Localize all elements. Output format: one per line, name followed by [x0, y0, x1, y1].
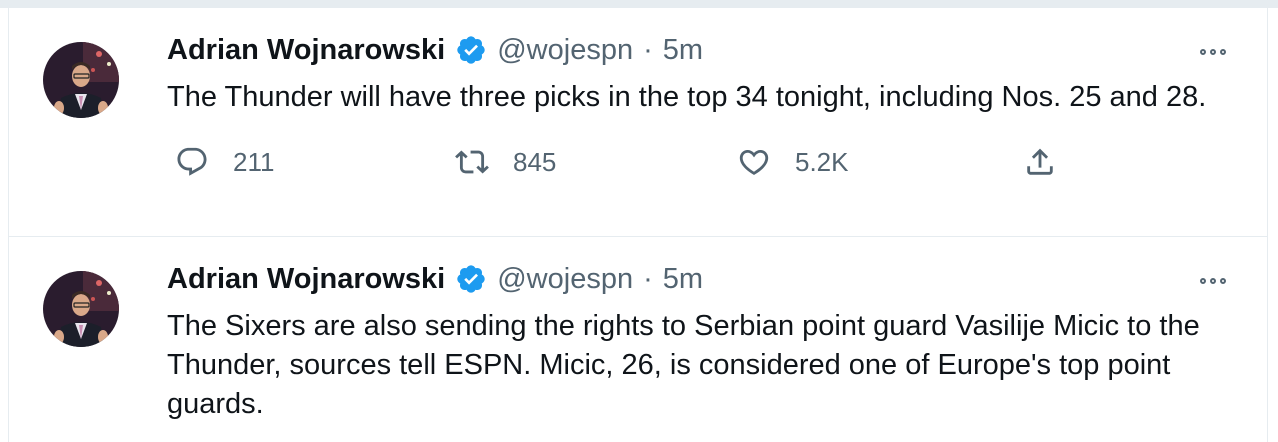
share-button[interactable] [1023, 145, 1057, 179]
author-handle[interactable]: @wojespn [497, 263, 633, 296]
more-options-icon [1200, 278, 1206, 284]
tweet[interactable]: Adrian Wojnarowski @wojespn · 5m The Thu… [9, 8, 1267, 237]
separator: · [643, 262, 653, 295]
share-icon [1027, 148, 1053, 175]
more-options-icon-dot [1210, 278, 1216, 284]
timestamp[interactable]: 5m [663, 34, 703, 67]
more-options-button[interactable] [1191, 38, 1235, 66]
tweet-text: The Thunder will have three picks in the… [167, 81, 1207, 113]
tweet-text: The Sixers are also sending the rights t… [167, 310, 1200, 420]
more-options-button[interactable] [1191, 267, 1235, 295]
tweet-header: Adrian Wojnarowski @wojespn · 5m [167, 26, 1227, 74]
retweet-icon [455, 150, 489, 174]
tweet-feed: Adrian Wojnarowski @wojespn · 5m The Thu… [8, 8, 1268, 442]
author-handle[interactable]: @wojespn [497, 34, 633, 67]
tweet[interactable]: Adrian Wojnarowski @wojespn · 5m The Six… [9, 237, 1267, 442]
more-options-icon-dot [1210, 49, 1216, 55]
avatar[interactable] [43, 259, 119, 359]
retweet-button[interactable]: 845 [455, 145, 556, 179]
top-divider [0, 0, 1278, 8]
avatar-image [43, 271, 119, 347]
more-options-icon-dot [1220, 278, 1226, 284]
retweet-count: 845 [513, 146, 557, 177]
reply-icon [177, 147, 207, 176]
timestamp[interactable]: 5m [663, 263, 703, 296]
avatar-image [43, 42, 119, 118]
like-button[interactable]: 5.2K [737, 145, 849, 179]
separator: · [643, 33, 653, 66]
reply-count: 211 [233, 146, 275, 177]
like-count: 5.2K [795, 146, 849, 177]
like-icon [739, 149, 769, 175]
author-name[interactable]: Adrian Wojnarowski [167, 34, 445, 67]
author-name[interactable]: Adrian Wojnarowski [167, 263, 445, 296]
verified-badge-icon [457, 265, 485, 293]
tweet-actions: 211 845 5.2K [167, 145, 1227, 185]
reply-button[interactable]: 211 [175, 145, 274, 179]
more-options-icon-dot [1220, 49, 1226, 55]
verified-badge-icon [457, 36, 485, 64]
avatar[interactable] [43, 30, 119, 130]
tweet-header: Adrian Wojnarowski @wojespn · 5m [167, 255, 1227, 303]
more-options-icon [1200, 49, 1206, 55]
